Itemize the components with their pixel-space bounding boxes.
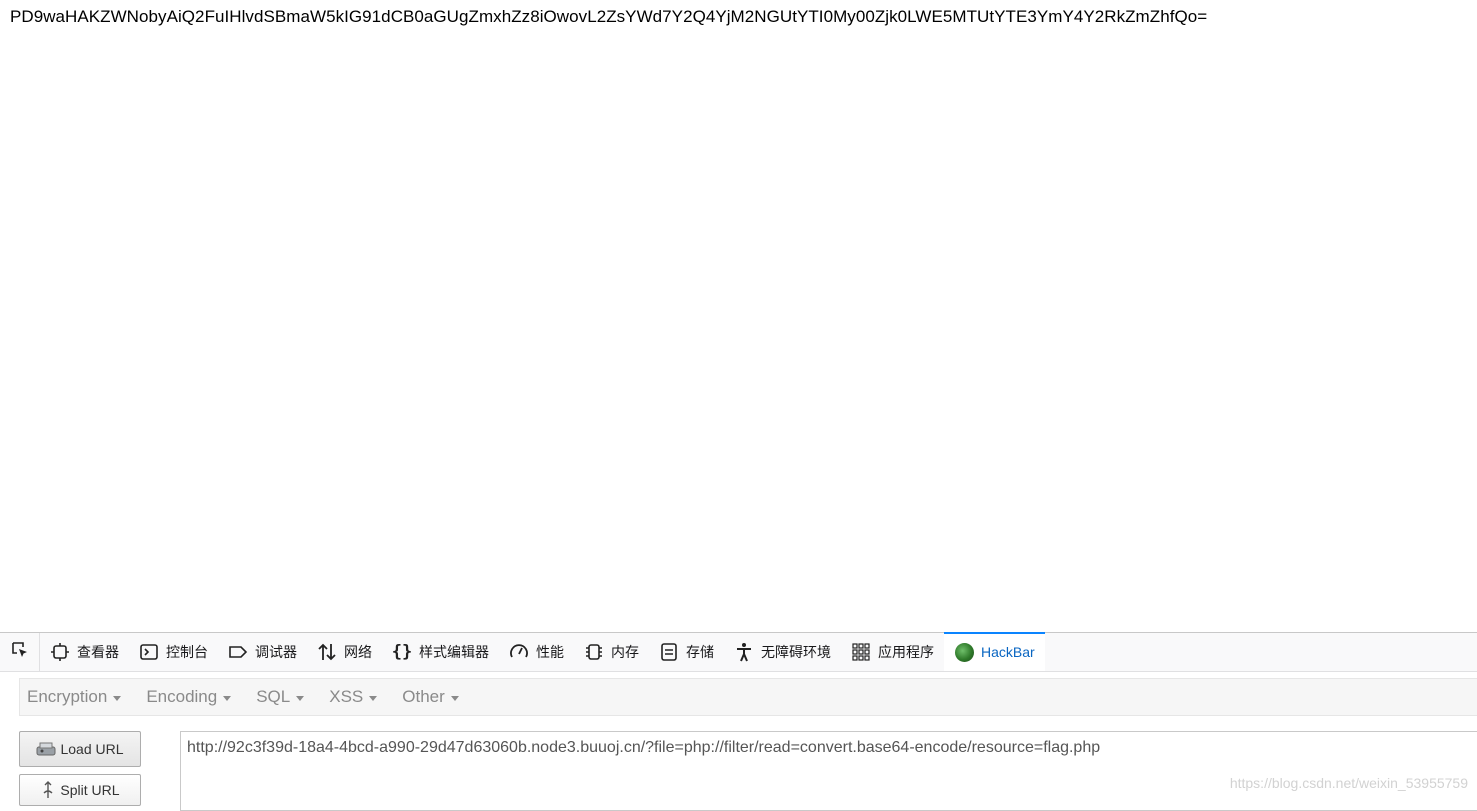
menu-encryption-label: Encryption <box>27 687 108 706</box>
hackbar-icon <box>954 642 974 662</box>
tab-hackbar[interactable]: HackBar <box>944 632 1045 671</box>
split-url-icon <box>40 781 56 799</box>
tab-memory-label: 内存 <box>611 644 639 660</box>
tab-performance[interactable]: 性能 <box>499 633 574 671</box>
tab-application[interactable]: 应用程序 <box>841 633 944 671</box>
application-icon <box>851 642 871 662</box>
base64-output-text: PD9waHAKZWNobyAiQ2FuIHlvdSBmaW5kIG91dCB0… <box>10 7 1208 26</box>
tab-inspector-label: 查看器 <box>77 644 119 660</box>
load-url-icon <box>36 741 56 757</box>
load-url-button[interactable]: Load URL <box>19 731 141 767</box>
accessibility-icon <box>734 642 754 662</box>
hackbar-menu: Encryption Encoding SQL XSS Other <box>19 678 1477 716</box>
tab-network[interactable]: 网络 <box>307 633 382 671</box>
caret-down-icon <box>296 695 305 701</box>
element-picker-icon <box>10 640 30 665</box>
devtools-toolbar: 查看器 控制台 调试器 网络 {} 样式编辑器 性能 内存 存储 无障碍环境 应… <box>0 632 1477 672</box>
devtools-panel: 查看器 控制台 调试器 网络 {} 样式编辑器 性能 内存 存储 无障碍环境 应… <box>0 632 1477 811</box>
menu-xss-label: XSS <box>329 687 364 706</box>
style-editor-icon: {} <box>391 642 413 662</box>
tab-network-label: 网络 <box>344 644 372 660</box>
menu-other[interactable]: Other <box>402 687 459 707</box>
tab-storage-label: 存储 <box>686 644 714 660</box>
menu-encoding[interactable]: Encoding <box>146 687 232 707</box>
menu-sql-label: SQL <box>256 687 291 706</box>
menu-xss[interactable]: XSS <box>329 687 378 707</box>
caret-down-icon <box>113 695 122 701</box>
memory-icon <box>584 642 604 662</box>
performance-icon <box>509 642 529 662</box>
console-icon <box>139 642 159 662</box>
tab-application-label: 应用程序 <box>878 644 934 660</box>
caret-down-icon <box>223 695 232 701</box>
watermark-text: https://blog.csdn.net/weixin_53955759 <box>1229 775 1468 791</box>
tab-debugger[interactable]: 调试器 <box>218 633 307 671</box>
menu-encoding-label: Encoding <box>146 687 218 706</box>
tab-hackbar-label: HackBar <box>981 644 1035 660</box>
inspector-icon <box>50 642 70 662</box>
caret-down-icon <box>450 695 459 701</box>
storage-icon <box>659 642 679 662</box>
split-url-label: Split URL <box>60 782 120 798</box>
tab-accessibility-label: 无障碍环境 <box>761 644 831 660</box>
split-url-button[interactable]: Split URL <box>19 774 141 806</box>
tab-style-editor[interactable]: {} 样式编辑器 <box>382 633 499 671</box>
menu-encryption[interactable]: Encryption <box>27 687 122 707</box>
tab-memory[interactable]: 内存 <box>574 633 649 671</box>
caret-down-icon <box>369 695 378 701</box>
page-content: PD9waHAKZWNobyAiQ2FuIHlvdSBmaW5kIG91dCB0… <box>0 0 1477 632</box>
menu-sql[interactable]: SQL <box>256 687 305 707</box>
load-url-label: Load URL <box>60 741 124 757</box>
tab-inspector[interactable]: 查看器 <box>40 633 129 671</box>
tab-accessibility[interactable]: 无障碍环境 <box>724 633 841 671</box>
element-picker-button[interactable] <box>0 633 40 671</box>
url-textarea[interactable]: http://92c3f39d-18a4-4bcd-a990-29d47d630… <box>180 731 1477 811</box>
tab-storage[interactable]: 存储 <box>649 633 724 671</box>
tab-console[interactable]: 控制台 <box>129 633 218 671</box>
menu-other-label: Other <box>402 687 445 706</box>
tab-style-editor-label: 样式编辑器 <box>419 644 489 660</box>
tab-debugger-label: 调试器 <box>255 644 297 660</box>
network-icon <box>317 642 337 662</box>
debugger-icon <box>228 642 248 662</box>
tab-performance-label: 性能 <box>536 644 564 660</box>
tab-console-label: 控制台 <box>166 644 208 660</box>
